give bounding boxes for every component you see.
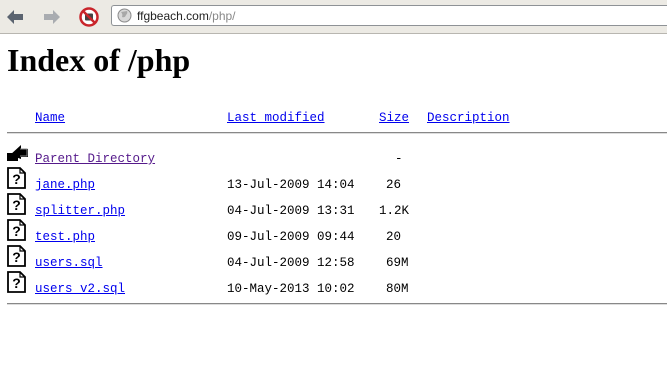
- file-modified: 04-Jul-2009 12:58: [227, 256, 355, 270]
- unknown-file-icon: ?: [7, 193, 26, 215]
- file-link[interactable]: users.sql: [35, 256, 103, 270]
- svg-text:?: ?: [12, 249, 21, 265]
- unknown-file-icon: ?: [7, 219, 26, 241]
- file-size: 80M: [386, 282, 409, 296]
- browser-toolbar: ffgbeach.com/php/: [0, 0, 667, 34]
- parent-directory-link[interactable]: Parent Directory: [35, 152, 155, 166]
- svg-text:?: ?: [12, 275, 21, 291]
- forward-arrow-icon: [44, 10, 60, 24]
- column-header-last-modified[interactable]: Last modified: [227, 111, 325, 125]
- column-header-name[interactable]: Name: [35, 111, 65, 125]
- svg-text:?: ?: [12, 223, 21, 239]
- url-text: ffgbeach.com/php/: [137, 9, 236, 23]
- column-header-description[interactable]: Description: [427, 111, 510, 125]
- svg-text:?: ?: [12, 197, 21, 213]
- unknown-file-icon: ?: [7, 271, 26, 293]
- url-bar[interactable]: ffgbeach.com/php/: [111, 5, 667, 26]
- file-size: 69M: [386, 256, 409, 270]
- back-button[interactable]: [5, 7, 25, 27]
- back-arrow-icon: [7, 10, 23, 24]
- stop-button[interactable]: [79, 7, 99, 27]
- footer-divider: [7, 303, 667, 305]
- parent-directory-size: -: [395, 152, 403, 166]
- globe-icon: [117, 8, 132, 23]
- file-modified: 09-Jul-2009 09:44: [227, 230, 355, 244]
- svg-text:?: ?: [12, 171, 21, 187]
- file-modified: 10-May-2013 10:02: [227, 282, 355, 296]
- unknown-file-icon: ?: [7, 245, 26, 267]
- file-size: 1.2K: [379, 204, 410, 218]
- file-modified: 04-Jul-2009 13:31: [227, 204, 355, 218]
- file-link[interactable]: jane.php: [35, 178, 95, 192]
- column-header-size[interactable]: Size: [379, 111, 409, 125]
- file-size: 26: [386, 178, 402, 192]
- file-link[interactable]: splitter.php: [35, 204, 125, 218]
- file-link[interactable]: test.php: [35, 230, 95, 244]
- stop-icon: [79, 7, 99, 27]
- file-size: 20: [386, 230, 402, 244]
- header-divider: [7, 132, 667, 134]
- parent-directory-icon: [7, 145, 28, 161]
- forward-button[interactable]: [42, 7, 62, 27]
- file-modified: 13-Jul-2009 14:04: [227, 178, 355, 192]
- page-title: Index of /php: [7, 42, 191, 78]
- file-link[interactable]: users_v2.sql: [35, 282, 125, 296]
- unknown-file-icon: ?: [7, 167, 26, 189]
